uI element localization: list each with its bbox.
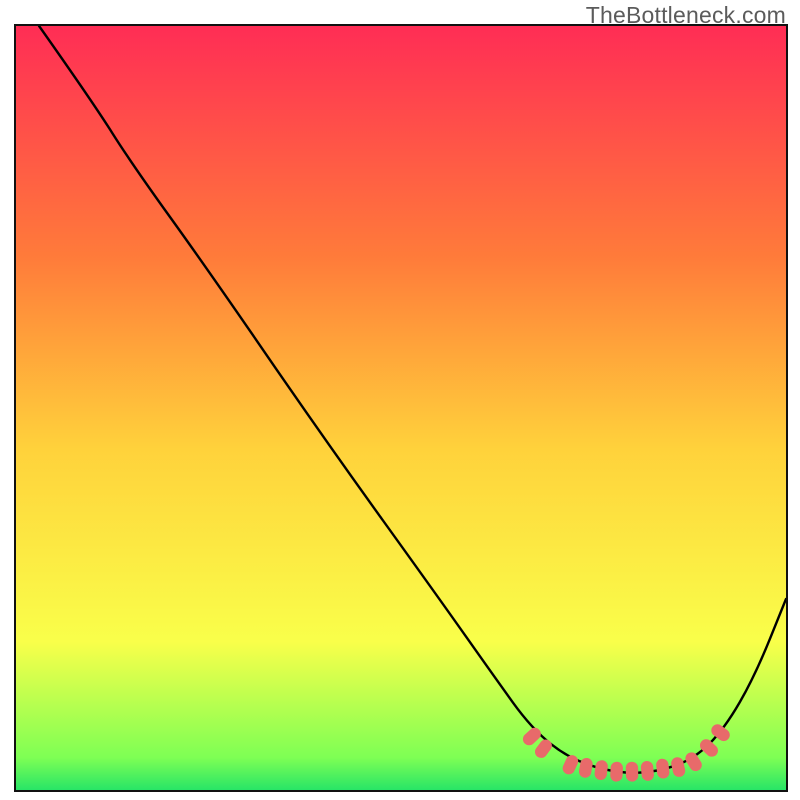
trough-marker xyxy=(561,753,580,776)
trough-marker xyxy=(594,760,609,781)
trough-marker xyxy=(683,750,704,773)
trough-marker xyxy=(626,762,639,782)
trough-marker xyxy=(670,756,686,778)
trough-marker xyxy=(578,757,594,779)
trough-marker xyxy=(655,758,670,779)
trough-marker xyxy=(709,722,732,744)
trough-marker xyxy=(640,760,654,781)
marker-layer xyxy=(16,26,786,790)
plot-area xyxy=(14,24,788,792)
trough-marker xyxy=(610,761,623,781)
chart-root: TheBottleneck.com xyxy=(0,0,800,800)
trough-marker xyxy=(697,737,720,759)
trough-marker-group xyxy=(520,722,732,782)
